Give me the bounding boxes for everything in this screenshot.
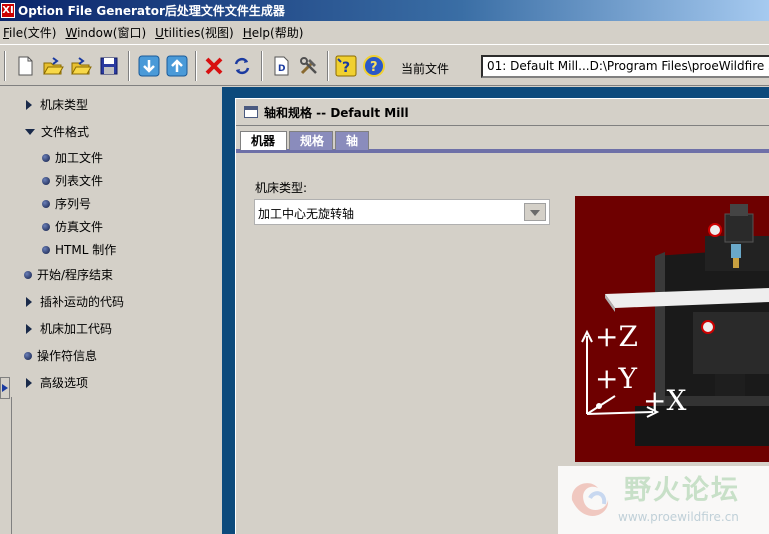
svg-text:D: D [278,64,285,74]
axis-z-label: +Z [595,320,638,353]
tree-item-operator-info[interactable]: 操作符信息 [24,347,97,364]
expand-arrow-icon[interactable] [26,99,32,110]
svg-text:?: ? [370,60,378,75]
collapse-arrow-icon[interactable] [25,128,35,135]
expand-arrow-icon[interactable] [26,377,32,388]
window-title: Option File Generator后处理文件文件生成器 [18,4,285,18]
help-button[interactable]: ? [361,53,386,78]
tree-item-file-format[interactable]: 文件格式 [25,123,89,140]
delete-icon [205,57,222,74]
splitter-divider[interactable] [11,397,12,534]
tab-strip: 机器 规格 轴 [236,127,769,153]
tree-item-program-start-end[interactable]: 开始/程序结束 [24,266,113,283]
tree-item-machine-type[interactable]: 机床类型 [26,96,88,113]
move-up-button[interactable] [164,53,189,78]
open-folder-icon [42,56,64,74]
toolbar-separator [4,51,6,81]
expand-arrow-icon[interactable] [26,323,32,334]
toolbar-separator [128,51,130,81]
menu-window[interactable]: Window(窗口) [62,24,152,41]
tools-icon [299,56,317,74]
document-d-icon: D [274,56,288,75]
watermark-logo-icon [571,483,609,516]
mill-machine-image: +Z +Y +X [575,196,769,462]
move-down-icon [138,55,159,76]
toolbar-separator [327,51,329,81]
bullet-icon [42,153,50,162]
bullet-icon [42,245,50,254]
splitter-toggle-button[interactable] [0,377,10,399]
tab-axes[interactable]: 轴 [335,131,369,150]
refresh-button[interactable] [229,53,254,78]
tab-specification[interactable]: 规格 [289,131,333,150]
watermark-text: 野火论坛 [624,475,740,506]
title-bar: XI Option File Generator后处理文件文件生成器 [0,0,769,21]
tree-item-list-file[interactable]: 列表文件 [42,172,103,189]
context-help-button[interactable]: ? [333,53,358,78]
move-down-button[interactable] [136,53,161,78]
app-icon: XI [1,3,15,18]
machine-illustration: +Z +Y +X [575,196,769,462]
tools-button[interactable] [296,53,321,78]
axis-y-label: +Y [595,362,637,395]
chevron-down-icon[interactable] [524,203,546,221]
document-d-button[interactable]: D [268,53,293,78]
machine-type-label: 机床类型: [255,181,308,195]
menu-bar: File(文件) Window(窗口) Utilities(视图) Help(帮… [0,21,769,43]
axis-x-label: +X [643,384,686,417]
refresh-icon [234,57,249,74]
current-file-field[interactable]: 01: Default Mill...D:\Program Files\proe… [481,55,769,78]
tree-item-machining-file[interactable]: 加工文件 [42,149,103,166]
move-up-icon [166,55,187,76]
save-icon [100,57,117,74]
tree-item-machining-codes[interactable]: 机床加工代码 [26,320,112,337]
tab-machine[interactable]: 机器 [240,131,287,150]
bullet-icon [24,351,32,360]
watermark-url: www.proewildfire.cn [618,510,739,524]
open-folder-alt-icon [70,56,92,74]
bullet-icon [42,222,50,231]
menu-utilities[interactable]: Utilities(视图) [152,24,240,41]
forum-watermark: 野火论坛 www.proewildfire.cn [558,466,769,534]
save-button[interactable] [96,53,121,78]
new-file-icon [18,56,32,75]
menu-file[interactable]: File(文件) [0,24,62,41]
help-icon: ? [362,54,385,77]
tree-item-advanced-options[interactable]: 高级选项 [26,374,88,391]
bullet-icon [42,176,50,185]
machine-type-value: 加工中心无旋转轴 [258,207,355,221]
help-question-icon: ? [335,55,356,76]
menu-help[interactable]: Help(帮助) [240,24,310,41]
tree-item-simulation-file[interactable]: 仿真文件 [42,218,103,235]
open-file-button[interactable] [40,53,65,78]
open-file-alt-button[interactable] [68,53,93,78]
tree-item-interpolation-codes[interactable]: 插补运动的代码 [26,293,124,310]
toolbar-separator [195,51,197,81]
toolbar: D ? ? 当前文件 01: Default Mill...D:\Program… [0,44,769,86]
expand-arrow-icon[interactable] [26,296,32,307]
tree-item-html-output[interactable]: HTML 制作 [42,241,116,258]
internal-window-title: 轴和规格 -- Default Mill [264,105,409,120]
delete-button[interactable] [201,53,226,78]
internal-window-title-bar[interactable]: 轴和规格 -- Default Mill [236,99,769,126]
tree-item-sequence-number[interactable]: 序列号 [42,195,91,212]
window-icon [244,106,258,118]
toolbar-separator [261,51,263,81]
option-tree: 机床类型 文件格式 加工文件 列表文件 序列号 仿真文件 HTML 制作 开始/… [0,87,222,534]
bullet-icon [24,270,32,279]
machine-type-select[interactable]: 加工中心无旋转轴 [254,199,550,225]
new-file-button[interactable] [12,53,37,78]
svg-text:?: ? [342,60,350,76]
bullet-icon [42,199,50,208]
current-file-label: 当前文件 [401,62,450,76]
